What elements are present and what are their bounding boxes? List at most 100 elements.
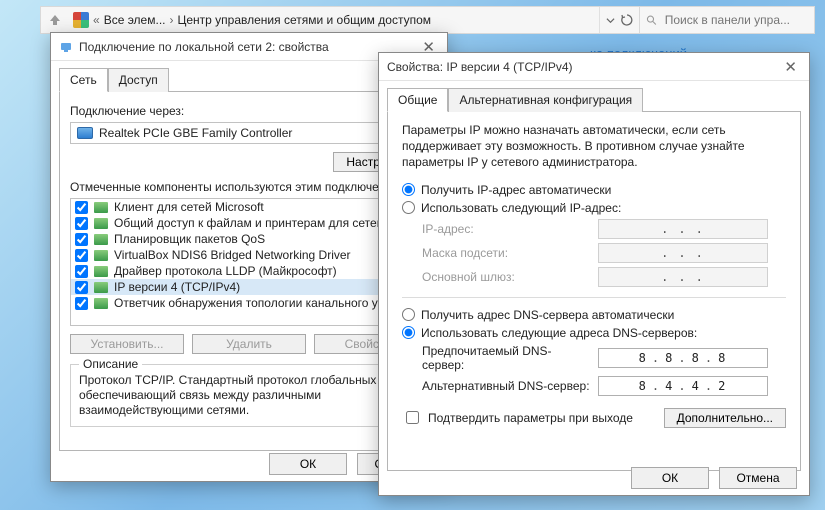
dns-pref-label: Предпочитаемый DNS-сервер: — [422, 344, 590, 372]
octet: 4 — [692, 379, 701, 393]
advanced-button[interactable]: Дополнительно... — [664, 408, 786, 428]
refresh-icon — [621, 14, 633, 26]
crumb-all[interactable]: Все элем... — [104, 13, 166, 27]
components-label: Отмеченные компоненты используются этим … — [70, 180, 428, 194]
ipv4-properties-dialog: Свойства: IP версии 4 (TCP/IPv4) ✕ Общие… — [378, 52, 810, 496]
chevron-down-icon — [606, 16, 615, 25]
gateway-field: ... — [598, 267, 768, 287]
tab-alt-config[interactable]: Альтернативная конфигурация — [448, 88, 643, 112]
explorer-address-bar: « Все элем... › Центр управления сетями … — [40, 6, 815, 34]
ip-address-field: ... — [598, 219, 768, 239]
tab-general[interactable]: Общие — [387, 88, 448, 112]
component-label: Клиент для сетей Microsoft — [114, 200, 264, 214]
list-item[interactable]: Клиент для сетей Microsoft — [71, 199, 428, 215]
dialog-title: Свойства: IP версии 4 (TCP/IPv4) — [387, 60, 573, 74]
dns-auto-label: Получить адрес DNS-сервера автоматически — [421, 308, 674, 322]
component-label: Драйвер протокола LLDP (Майкрософт) — [114, 264, 337, 278]
adapter-field[interactable]: Realtek PCIe GBE Family Controller — [70, 122, 428, 144]
control-panel-icon — [73, 12, 89, 28]
octet: 2 — [718, 379, 727, 393]
component-icon — [94, 298, 108, 309]
remove-button[interactable]: Удалить — [192, 334, 306, 354]
ip-auto-radio[interactable] — [402, 183, 415, 196]
component-label: VirtualBox NDIS6 Bridged Networking Driv… — [114, 248, 351, 262]
octet: 4 — [665, 379, 674, 393]
tab-body: Параметры IP можно назначать автоматичес… — [387, 111, 801, 471]
search-icon — [646, 14, 657, 26]
item-checkbox[interactable] — [75, 233, 88, 246]
dialog-title: Подключение по локальной сети 2: свойств… — [79, 40, 329, 54]
dialog-titlebar[interactable]: Свойства: IP версии 4 (TCP/IPv4) ✕ — [379, 53, 809, 81]
list-item[interactable]: VirtualBox NDIS6 Bridged Networking Driv… — [71, 247, 428, 263]
description-legend: Описание — [79, 357, 142, 371]
nav-up-button[interactable] — [41, 7, 69, 33]
dns-alt-field[interactable]: 8. 4. 4. 2 — [598, 376, 768, 396]
description-group: Описание Протокол TCP/IP. Стандартный пр… — [70, 364, 428, 427]
octet: 8 — [692, 351, 701, 365]
ok-button[interactable]: ОК — [631, 467, 709, 489]
search-input[interactable] — [663, 12, 808, 28]
nic-icon — [77, 127, 93, 139]
ip-manual-radio[interactable] — [402, 201, 415, 214]
component-label: Ответчик обнаружения топологии канальног… — [114, 296, 396, 310]
dns-pref-field[interactable]: 8. 8. 8. 8 — [598, 348, 768, 368]
tab-access[interactable]: Доступ — [108, 68, 169, 92]
up-arrow-icon — [48, 13, 62, 27]
breadcrumb[interactable]: « Все элем... › Центр управления сетями … — [69, 12, 599, 28]
ip-auto-label: Получить IP-адрес автоматически — [421, 183, 611, 197]
info-text: Параметры IP можно назначать автоматичес… — [402, 122, 786, 171]
octet: 8 — [639, 351, 648, 365]
search-box[interactable] — [639, 7, 814, 33]
crumb-network-center[interactable]: Центр управления сетями и общим доступом — [178, 13, 432, 27]
component-icon — [94, 250, 108, 261]
ip-manual-label: Использовать следующий IP-адрес: — [421, 201, 621, 215]
validate-checkbox[interactable] — [406, 411, 419, 424]
component-icon — [94, 282, 108, 293]
gateway-label: Основной шлюз: — [422, 270, 590, 284]
list-item[interactable]: Драйвер протокола LLDP (Майкрософт) — [71, 263, 428, 279]
list-item[interactable]: Ответчик обнаружения топологии канальног… — [71, 295, 428, 311]
components-listbox[interactable]: Клиент для сетей Microsoft Общий доступ … — [70, 198, 428, 326]
item-checkbox[interactable] — [75, 297, 88, 310]
validate-label: Подтвердить параметры при выходе — [428, 411, 633, 425]
octet: 8 — [718, 351, 727, 365]
component-icon — [94, 266, 108, 277]
list-item[interactable]: Общий доступ к файлам и принтерам для се… — [71, 215, 428, 231]
tab-network[interactable]: Сеть — [59, 68, 108, 92]
ip-address-label: IP-адрес: — [422, 222, 590, 236]
subnet-mask-field: ... — [598, 243, 768, 263]
list-item[interactable]: IP версии 4 (TCP/IPv4) — [71, 279, 428, 295]
close-icon[interactable]: ✕ — [780, 58, 801, 76]
octet: 8 — [639, 379, 648, 393]
item-checkbox[interactable] — [75, 201, 88, 214]
crumb-sep-icon: « — [93, 13, 100, 27]
dns-manual-label: Использовать следующие адреса DNS-сервер… — [421, 326, 697, 340]
component-label: Общий доступ к файлам и принтерам для се… — [114, 216, 395, 230]
dns-manual-radio[interactable] — [402, 326, 415, 339]
cancel-button[interactable]: Отмена — [719, 467, 797, 489]
chevron-right-icon: › — [170, 13, 174, 27]
address-refresh[interactable] — [599, 7, 639, 33]
item-checkbox[interactable] — [75, 217, 88, 230]
item-checkbox[interactable] — [75, 265, 88, 278]
dns-alt-label: Альтернативный DNS-сервер: — [422, 379, 590, 393]
conn-through-label: Подключение через: — [70, 104, 428, 118]
item-checkbox[interactable] — [75, 249, 88, 262]
dns-auto-radio[interactable] — [402, 308, 415, 321]
component-icon — [94, 202, 108, 213]
adapter-name: Realtek PCIe GBE Family Controller — [99, 126, 292, 140]
component-label: Планировщик пакетов QoS — [114, 232, 265, 246]
description-text: Протокол TCP/IP. Стандартный протокол гл… — [79, 373, 419, 418]
subnet-mask-label: Маска подсети: — [422, 246, 590, 260]
component-icon — [94, 218, 108, 229]
adapter-icon — [59, 40, 73, 54]
install-button[interactable]: Установить... — [70, 334, 184, 354]
list-item[interactable]: Планировщик пакетов QoS — [71, 231, 428, 247]
separator — [402, 297, 786, 298]
octet: 8 — [665, 351, 674, 365]
tabs: Общие Альтернативная конфигурация — [379, 81, 809, 111]
component-icon — [94, 234, 108, 245]
ok-button[interactable]: ОК — [269, 453, 347, 475]
item-checkbox[interactable] — [75, 281, 88, 294]
component-label: IP версии 4 (TCP/IPv4) — [114, 280, 240, 294]
